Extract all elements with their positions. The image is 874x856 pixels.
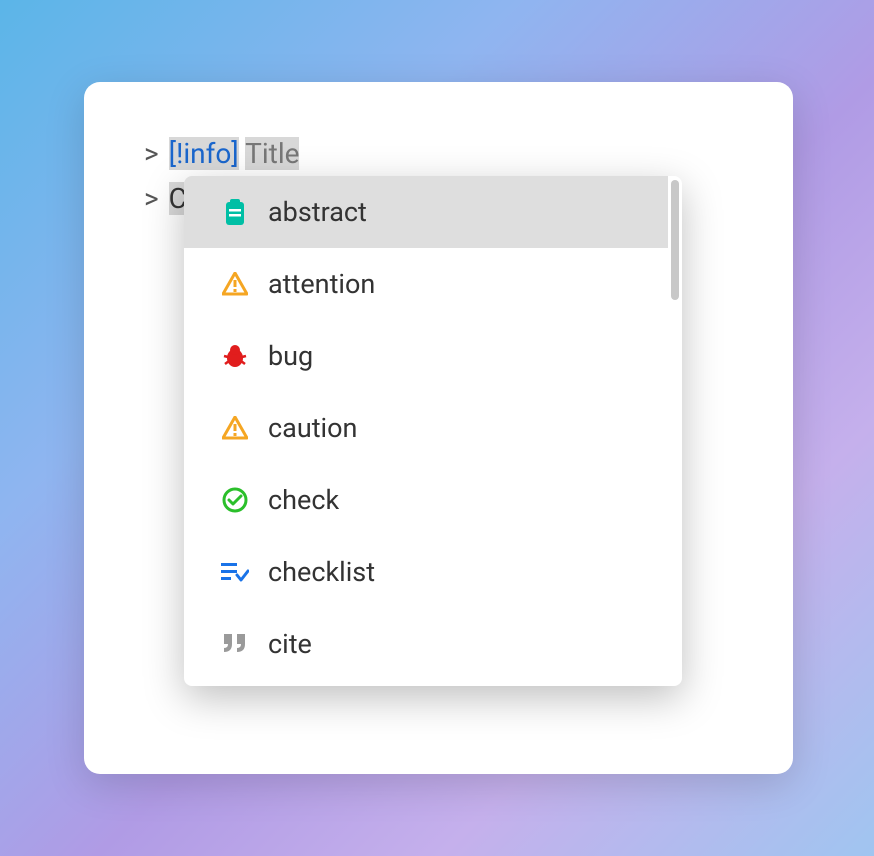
editor-line-1[interactable]: > [!info] Title xyxy=(144,132,733,177)
scrollbar-thumb[interactable] xyxy=(671,180,679,300)
suggestion-label: bug xyxy=(268,340,313,372)
warning-icon xyxy=(220,413,250,443)
callout-bracket-close: ] xyxy=(231,137,238,170)
editor-card: >[!info] Title >C abstract xyxy=(84,82,793,774)
suggestion-label: cite xyxy=(268,628,312,660)
suggestion-label: check xyxy=(268,484,339,516)
suggestion-item-checklist[interactable]: checklist xyxy=(184,536,668,608)
list-check-icon xyxy=(220,557,250,587)
suggestion-item-caution[interactable]: caution xyxy=(184,392,668,464)
suggestion-item-check[interactable]: check xyxy=(184,464,668,536)
suggestion-item-cite[interactable]: cite xyxy=(184,608,668,680)
callout-title-placeholder: Title xyxy=(245,137,299,170)
callout-type-tag: !info xyxy=(176,137,231,170)
scrollbar-track[interactable] xyxy=(668,176,682,686)
check-circle-icon xyxy=(220,485,250,515)
suggestion-item-bug[interactable]: bug xyxy=(184,320,668,392)
suggestion-label: abstract xyxy=(268,196,367,228)
warning-icon xyxy=(220,269,250,299)
callout-bracket-open: [ xyxy=(169,137,176,170)
blockquote-chevron: > xyxy=(144,182,159,215)
suggestion-item-abstract[interactable]: abstract xyxy=(184,176,668,248)
suggestion-label: checklist xyxy=(268,556,375,588)
suggestion-list: abstract attention xyxy=(184,176,668,686)
clipboard-icon xyxy=(220,197,250,227)
suggestion-label: caution xyxy=(268,412,357,444)
bug-icon xyxy=(220,341,250,371)
autocomplete-popup: abstract attention xyxy=(184,176,682,686)
suggestion-label: attention xyxy=(268,268,375,300)
blockquote-chevron: > xyxy=(144,137,159,170)
suggestion-item-attention[interactable]: attention xyxy=(184,248,668,320)
quote-icon xyxy=(220,629,250,659)
